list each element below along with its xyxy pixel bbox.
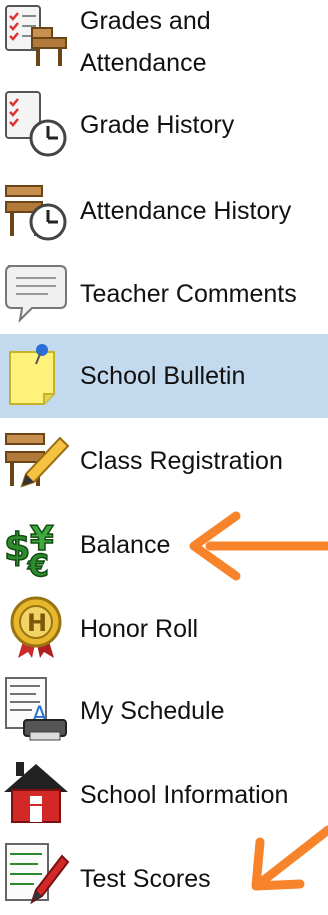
menu-item-honor-roll[interactable]: H Honor Roll [0, 588, 328, 668]
menu-item-school-bulletin[interactable]: School Bulletin [0, 334, 328, 418]
attendance-history-icon [5, 185, 67, 241]
menu-item-label: Class Registration [80, 447, 283, 475]
menu-item-teacher-comments[interactable]: Teacher Comments [0, 254, 328, 334]
svg-text:H: H [27, 609, 47, 637]
menu-item-label: School Information [80, 781, 289, 809]
menu-item-my-schedule[interactable]: A My Schedule [0, 670, 328, 752]
menu-item-label: Test Scores [80, 865, 211, 893]
menu-item-label: Grade History [80, 111, 235, 139]
menu-item-school-information[interactable]: School Information [0, 754, 328, 834]
menu-item-label: Honor Roll [80, 615, 199, 643]
menu-item-test-scores[interactable]: Test Scores [0, 836, 328, 915]
honor-roll-icon: H [10, 596, 62, 658]
test-scores-icon [5, 843, 70, 905]
grades-attendance-icon [5, 5, 67, 66]
menu-item-label: Grades and Attendance [80, 7, 211, 77]
menu-item-class-registration[interactable]: Class Registration [0, 420, 328, 502]
school-information-icon [4, 762, 68, 823]
svg-text:€: € [27, 549, 49, 578]
sidebar-menu: Grades and Attendance Grade History Atte… [0, 0, 328, 915]
svg-text:$: $ [4, 525, 30, 569]
school-bulletin-icon [9, 344, 55, 405]
menu-item-grade-history[interactable]: Grade History [0, 86, 328, 164]
menu-item-grades-and-attendance[interactable]: Grades and Attendance [0, 0, 328, 82]
menu-item-label: Attendance History [80, 197, 292, 225]
menu-item-label: School Bulletin [80, 362, 246, 390]
my-schedule-icon: A [5, 677, 67, 741]
menu-item-attendance-history[interactable]: Attendance History [0, 170, 328, 250]
grade-history-icon [5, 91, 67, 157]
teacher-comments-icon [5, 265, 67, 323]
menu-item-balance[interactable]: $ ¥ € Balance [0, 506, 328, 584]
menu-item-label: My Schedule [80, 697, 225, 725]
menu-item-label: Teacher Comments [80, 280, 297, 308]
balance-icon: $ ¥ € [3, 518, 55, 578]
menu-item-label: Balance [80, 531, 171, 559]
class-registration-icon [5, 433, 70, 488]
